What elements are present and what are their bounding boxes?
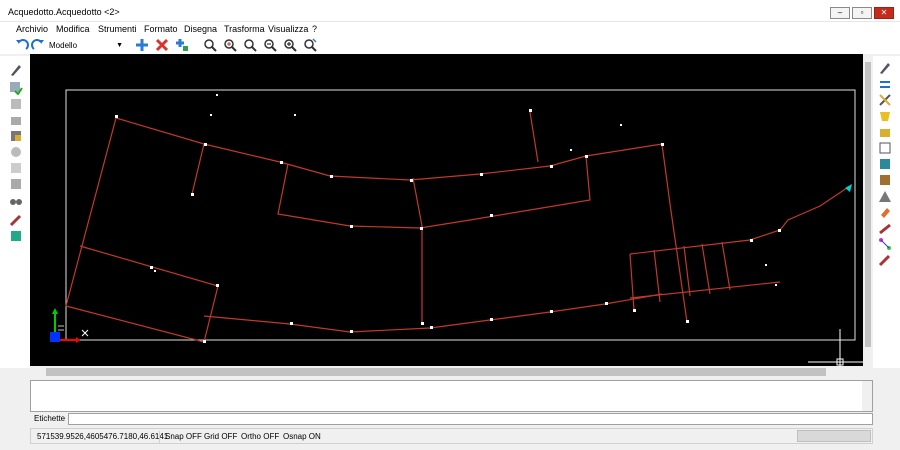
horizontal-scroll-thumb[interactable] (46, 368, 826, 376)
redo-icon[interactable] (30, 37, 46, 53)
minimize-button[interactable]: – (830, 7, 850, 19)
chevron-down-icon: ▼ (116, 42, 123, 49)
menu-help[interactable]: ? (312, 24, 317, 34)
hand-icon[interactable] (8, 144, 24, 160)
eraser-icon[interactable] (877, 204, 893, 220)
snap-tool-icon[interactable] (8, 228, 24, 244)
menu-visualizza[interactable]: Visualizza (268, 24, 308, 34)
frame-icon[interactable] (877, 156, 893, 172)
building-icon[interactable] (877, 124, 893, 140)
menu-formato[interactable]: Formato (144, 24, 178, 34)
command-line-history[interactable] (30, 380, 873, 412)
command-input[interactable] (68, 413, 873, 425)
menu-trasforma[interactable]: Trasforma (224, 24, 265, 34)
vertical-scroll-thumb[interactable] (865, 62, 871, 347)
application-window: Acquedotto.Acquedotto <2> – ▫ ✕ Archivio… (0, 0, 900, 450)
pipe-network-drawing (50, 89, 863, 366)
wall-icon[interactable] (877, 140, 893, 156)
menu-bar: Archivio Modifica Strumenti Formato Dise… (0, 22, 900, 36)
horizontal-scrollbar[interactable] (30, 366, 873, 378)
pipe-nodes (115, 94, 781, 343)
wrench-icon[interactable] (877, 92, 893, 108)
pencil-icon[interactable] (877, 252, 893, 268)
delete-icon[interactable] (154, 37, 170, 53)
menu-archivio[interactable]: Archivio (16, 24, 48, 34)
binoculars-icon[interactable] (8, 192, 24, 208)
network-icon[interactable] (877, 236, 893, 252)
edit-tool-icon[interactable] (877, 60, 893, 76)
vertical-scrollbar[interactable] (863, 54, 873, 366)
command-line-scrollbar[interactable] (862, 381, 872, 411)
move-icon[interactable] (134, 37, 150, 53)
snap-toggle[interactable]: Snap OFF (165, 432, 202, 441)
left-toolbar (0, 56, 30, 368)
menu-strumenti[interactable]: Strumenti (98, 24, 137, 34)
grid-icon[interactable] (8, 160, 24, 176)
copy-icon[interactable] (174, 37, 190, 53)
status-panel (797, 430, 871, 442)
zoom-extents-icon[interactable] (222, 37, 238, 53)
zoom-previous-icon[interactable] (302, 37, 318, 53)
coordinates-readout: 571539.9526,4605476.7180,46.6141 (37, 432, 169, 441)
zoom-out-icon[interactable] (262, 37, 278, 53)
space-selector-value: Modello (49, 41, 78, 50)
zoom-in-icon[interactable] (282, 37, 298, 53)
draw-tool-icon[interactable] (8, 62, 24, 78)
menu-disegna[interactable]: Disegna (184, 24, 217, 34)
drawing-limits-frame (65, 89, 856, 341)
window-title: Acquedotto.Acquedotto <2> (8, 7, 120, 17)
transform-icon[interactable] (8, 176, 24, 192)
zoom-realtime-icon[interactable] (242, 37, 258, 53)
mountain-icon[interactable] (877, 188, 893, 204)
panel-icon[interactable] (877, 172, 893, 188)
tools-icon[interactable] (8, 128, 24, 144)
osnap-toggle[interactable]: Osnap ON (283, 432, 321, 441)
maximize-button[interactable]: ▫ (852, 7, 872, 19)
status-separator (159, 431, 160, 443)
network-end-marker (845, 184, 852, 192)
zoom-window-icon[interactable] (202, 37, 218, 53)
title-bar: Acquedotto.Acquedotto <2> – ▫ ✕ (0, 0, 900, 22)
ortho-toggle[interactable]: Ortho OFF (241, 432, 279, 441)
pipe-lines (65, 111, 851, 343)
building-icon[interactable] (8, 112, 24, 128)
pencil-icon[interactable] (8, 212, 24, 228)
grid-toggle[interactable]: Grid OFF (204, 432, 237, 441)
right-toolbar (873, 56, 900, 368)
ucs-icon (50, 308, 89, 343)
main-toolbar (0, 36, 900, 54)
labels-tab[interactable]: Etichette (30, 413, 68, 425)
swap-icon[interactable] (877, 76, 893, 92)
undo-icon[interactable] (14, 37, 30, 53)
layer-tool-icon[interactable] (8, 96, 24, 112)
slope-icon[interactable] (877, 220, 893, 236)
shield-check-icon[interactable] (877, 108, 893, 124)
close-button[interactable]: ✕ (874, 7, 894, 19)
status-bar: 571539.9526,4605476.7180,46.6141 Snap OF… (30, 428, 873, 444)
space-selector[interactable]: Modello ▼ (46, 38, 126, 52)
menu-modifica[interactable]: Modifica (56, 24, 90, 34)
check-layer-icon[interactable] (8, 80, 24, 96)
drawing-canvas[interactable] (30, 54, 863, 366)
